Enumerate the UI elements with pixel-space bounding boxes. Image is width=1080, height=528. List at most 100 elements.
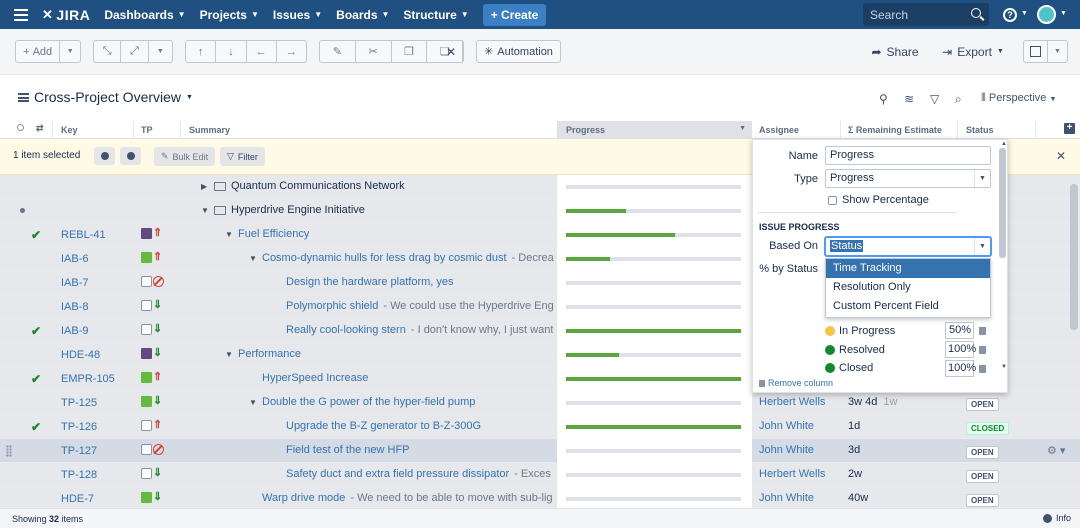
assignee[interactable]: John White bbox=[759, 420, 814, 432]
add-button[interactable]: + Add ▼ bbox=[15, 40, 81, 63]
column-summary[interactable]: Summary bbox=[189, 125, 230, 135]
copy-icon[interactable]: ❐ bbox=[392, 45, 427, 58]
filter-icon[interactable]: ▽ bbox=[930, 92, 939, 106]
gear-icon[interactable]: ⚙ ▾ bbox=[1047, 444, 1065, 457]
issue-key[interactable]: REBL-41 bbox=[61, 229, 106, 241]
move-left-icon[interactable]: ← bbox=[246, 46, 275, 58]
assignee[interactable]: Herbert Wells bbox=[759, 468, 825, 480]
search-icon[interactable]: ⌕ bbox=[955, 92, 962, 107]
table-row[interactable]: ✔ TP-126 ⇑ Upgrade the B-Z generator to B-Z… bbox=[0, 415, 1080, 439]
nav-boards[interactable]: Boards ▼ bbox=[336, 8, 389, 22]
collapse-selection-button[interactable] bbox=[94, 147, 115, 165]
column-tp[interactable]: TP bbox=[141, 125, 153, 135]
add-part[interactable]: + Add bbox=[16, 46, 59, 58]
info-button[interactable]: Info bbox=[1043, 513, 1071, 523]
move-up-icon[interactable]: ↑ bbox=[186, 46, 215, 58]
nav-structure[interactable]: Structure ▼ bbox=[403, 8, 468, 22]
view-options-button[interactable]: ▼ bbox=[1023, 40, 1068, 63]
jira-logo[interactable]: ✕ JIRA bbox=[42, 7, 90, 23]
expand-icon[interactable]: ⤡ bbox=[94, 45, 120, 58]
assignee[interactable]: Herbert Wells bbox=[759, 396, 825, 408]
twisty-icon[interactable]: ▼ bbox=[249, 254, 257, 263]
issue-summary[interactable]: HyperSpeed Increase bbox=[262, 372, 368, 384]
status-badge[interactable]: OPEN bbox=[966, 446, 999, 459]
status-badge[interactable]: OPEN bbox=[966, 470, 999, 483]
drag-handle-icon[interactable] bbox=[6, 445, 12, 457]
scroll-up-icon[interactable]: ▲ bbox=[1001, 141, 1007, 147]
scroll-down-icon[interactable]: ▼ bbox=[1001, 364, 1007, 370]
filter-button[interactable]: ▽ Filter bbox=[220, 147, 265, 166]
column-status[interactable]: Status bbox=[966, 125, 994, 135]
column-key[interactable]: Key bbox=[61, 125, 78, 135]
structure-title[interactable]: Cross-Project Overview ▼ bbox=[18, 89, 193, 105]
issue-summary[interactable]: Quantum Communications Network bbox=[231, 180, 405, 192]
status-badge[interactable]: OPEN bbox=[966, 398, 999, 411]
table-row[interactable]: TP-125 ⇓ ▼ Double the G power of the hyper-… bbox=[0, 391, 1080, 415]
status-badge[interactable]: CLOSED bbox=[966, 422, 1010, 435]
option-custom-percent-field[interactable]: Custom Percent Field bbox=[826, 297, 990, 316]
bulk-edit-button[interactable]: ✎ Bulk Edit bbox=[154, 147, 216, 166]
close-icon[interactable]: ✕ bbox=[1056, 149, 1066, 163]
create-button[interactable]: + Create bbox=[482, 3, 547, 26]
grid-scrollbar[interactable] bbox=[1070, 184, 1078, 330]
column-assignee[interactable]: Assignee bbox=[759, 125, 799, 135]
issue-summary[interactable]: Field test of the new HFP bbox=[286, 444, 410, 456]
issue-key[interactable]: IAB-7 bbox=[61, 277, 89, 289]
avatar[interactable] bbox=[1037, 5, 1056, 24]
move-down-icon[interactable]: ↓ bbox=[216, 46, 245, 58]
trash-icon[interactable] bbox=[979, 346, 986, 354]
automation-button[interactable]: ✳ Automation bbox=[476, 40, 561, 63]
issue-summary[interactable]: Polymorphic shield bbox=[286, 300, 378, 312]
select-all-icon[interactable] bbox=[17, 124, 24, 131]
swap-icon[interactable]: ⇄ bbox=[36, 123, 44, 134]
twisty-icon[interactable]: ▼ bbox=[225, 350, 233, 359]
issue-summary[interactable]: Fuel Efficiency bbox=[238, 228, 309, 240]
twisty-icon[interactable]: ▼ bbox=[225, 230, 233, 239]
issue-key[interactable]: IAB-6 bbox=[61, 253, 89, 265]
issue-key[interactable]: TP-127 bbox=[61, 445, 97, 457]
issue-summary[interactable]: Cosmo-dynamic hulls for less drag by cos… bbox=[262, 252, 507, 264]
trash-icon[interactable] bbox=[979, 365, 986, 373]
column-name-input[interactable]: Progress bbox=[825, 146, 991, 165]
status-badge[interactable]: OPEN bbox=[966, 494, 999, 507]
remove-column-link[interactable]: Remove column bbox=[759, 378, 833, 388]
issue-summary[interactable]: Design the hardware platform, yes bbox=[286, 276, 454, 288]
based-on-select[interactable]: Status ▼ bbox=[825, 237, 991, 256]
issue-key[interactable]: TP-128 bbox=[61, 469, 97, 481]
expand-selection-button[interactable] bbox=[120, 147, 141, 165]
column-remaining-estimate[interactable]: Σ Remaining Estimate bbox=[848, 125, 942, 135]
assignee[interactable]: John White bbox=[759, 444, 814, 456]
table-row[interactable]: HDE-7 ⇓ Warp drive mode - We need to be abl… bbox=[0, 487, 1080, 508]
status-percent-input[interactable]: 100% bbox=[945, 341, 976, 358]
trash-icon[interactable] bbox=[979, 327, 986, 335]
collapse-icon[interactable]: ⤢ bbox=[121, 45, 147, 58]
issue-key[interactable]: EMPR-105 bbox=[61, 373, 115, 385]
option-resolution-only[interactable]: Resolution Only bbox=[826, 278, 990, 297]
search-input[interactable]: Search bbox=[863, 3, 989, 26]
issue-summary[interactable]: Warp drive mode bbox=[262, 492, 345, 504]
chevron-down-icon[interactable]: ▼ bbox=[149, 48, 172, 55]
assignee[interactable]: John White bbox=[759, 492, 814, 504]
nav-dashboards[interactable]: Dashboards ▼ bbox=[104, 8, 185, 22]
table-row[interactable]: TP-128 ⇓ Safety duct and extra field press… bbox=[0, 463, 1080, 487]
nav-issues[interactable]: Issues ▼ bbox=[273, 8, 322, 22]
layers-icon[interactable]: ≋ bbox=[904, 92, 914, 106]
status-percent-input[interactable]: 50% bbox=[945, 322, 974, 339]
issue-key[interactable]: TP-125 bbox=[61, 397, 97, 409]
nav-projects[interactable]: Projects ▼ bbox=[200, 8, 259, 22]
chevron-down-icon[interactable]: ▼ bbox=[60, 48, 80, 55]
scissors-icon[interactable]: ✂ bbox=[356, 45, 391, 58]
chevron-down-icon[interactable]: ▼ bbox=[739, 125, 746, 132]
issue-key[interactable]: HDE-7 bbox=[61, 493, 94, 505]
twisty-icon[interactable]: ▼ bbox=[249, 398, 257, 407]
status-percent-input[interactable]: 100% bbox=[945, 360, 976, 377]
popup-scrollbar[interactable] bbox=[999, 148, 1006, 258]
help-icon[interactable]: ? bbox=[1003, 8, 1017, 22]
menu-icon[interactable] bbox=[14, 8, 28, 21]
move-right-icon[interactable]: → bbox=[277, 46, 306, 58]
issue-summary[interactable]: Double the G power of the hyper-field pu… bbox=[262, 396, 475, 408]
issue-summary[interactable]: Upgrade the B-Z generator to B-Z-300G bbox=[286, 420, 481, 432]
show-percentage-checkbox[interactable] bbox=[828, 196, 837, 205]
export-button[interactable]: ⇥ Export ▼ bbox=[940, 40, 1006, 63]
column-progress[interactable]: Progress ▼ bbox=[557, 121, 752, 139]
